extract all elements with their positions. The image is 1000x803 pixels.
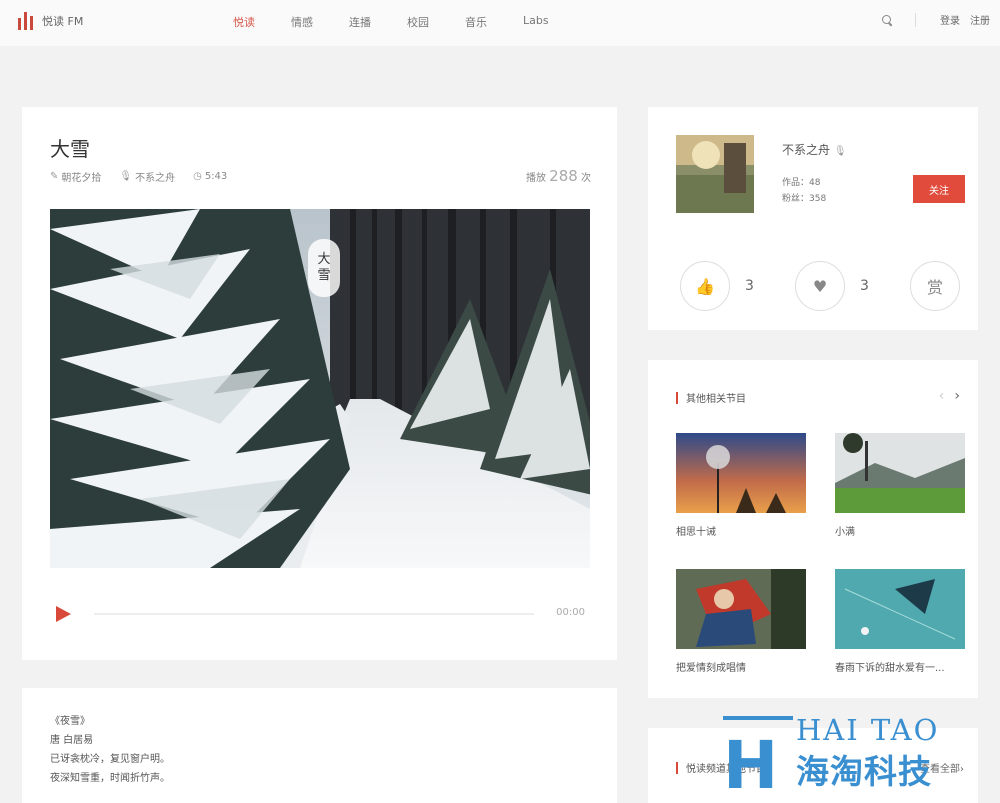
author-fans: 粉丝：358 <box>782 194 827 204</box>
search-icon[interactable] <box>881 14 893 26</box>
related-item[interactable]: 把爱情刻成唱情 <box>676 569 806 674</box>
cover-title-seal: 大 雪 <box>308 239 340 297</box>
reward-action: 赏 <box>910 261 960 311</box>
play-count-prefix: 播放 <box>525 173 546 184</box>
author-card: 不系之舟 🎙 作品：48 粉丝：358 关注 👍 3 ♥ 3 赏 <box>648 107 978 330</box>
watermark-english: HAI TAO <box>796 713 940 747</box>
header-actions: 登录 注册 <box>881 12 990 27</box>
main-nav: 悦读 情感 连播 校园 音乐 Labs <box>233 14 585 30</box>
logo-bars-icon <box>18 12 33 30</box>
section-accent-bar <box>676 761 678 774</box>
like-button[interactable]: 👍 <box>680 261 730 311</box>
top-header: 悦读 FM 悦读 情感 连播 校园 音乐 Labs 登录 注册 <box>0 0 1000 46</box>
watermark-chinese: 海淘科技 <box>796 752 932 791</box>
microphone-icon: 🎙 <box>833 146 847 157</box>
nav-item-qinggan[interactable]: 情感 <box>291 14 313 30</box>
reward-button[interactable]: 赏 <box>910 261 960 311</box>
clock-icon: ◷ <box>193 171 202 182</box>
nav-item-labs[interactable]: Labs <box>523 14 549 30</box>
play-count-value: 288 <box>549 167 578 185</box>
poem-author: 唐 白居易 <box>50 735 94 746</box>
pencil-icon: ✎ <box>50 171 59 182</box>
watermark-letter: H <box>723 727 779 803</box>
poem-text: 《夜雪》 唐 白居易 已讶衾枕冷，复见窗户明。 夜深知雪重，时闻折竹声。 <box>50 712 170 788</box>
like-action: 👍 3 <box>680 261 754 311</box>
login-link[interactable]: 登录 <box>940 12 960 27</box>
reward-label: 赏 <box>926 278 943 297</box>
thumbs-up-icon: 👍 <box>695 276 715 296</box>
related-item[interactable]: 小满 <box>835 433 965 538</box>
track-editor[interactable]: ✎ 朝花夕拾 <box>50 169 101 184</box>
favorite-button[interactable]: ♥ <box>795 261 845 311</box>
header-divider <box>915 12 916 27</box>
poem-title: 《夜雪》 <box>50 716 90 727</box>
track-anchor[interactable]: 🎙 不系之舟 <box>119 169 175 184</box>
nav-item-xiaoyuan[interactable]: 校园 <box>407 14 429 30</box>
play-count-suffix: 次 <box>581 173 591 184</box>
play-count: 播放 288 次 <box>526 167 591 185</box>
track-cover-image: 大 雪 <box>50 209 590 568</box>
poem-line: 已讶衾枕冷，复见窗户明。 <box>50 754 170 765</box>
related-header: 其他相关节目 <box>676 390 746 405</box>
favorite-action: ♥ 3 <box>795 261 869 311</box>
related-thumbnail <box>676 433 806 513</box>
author-avatar[interactable] <box>676 135 754 213</box>
related-item[interactable]: 春雨下诉的甜水爱有一... <box>835 569 965 674</box>
related-item-title: 相思十诫 <box>676 527 716 538</box>
related-item-title: 把爱情刻成唱情 <box>676 663 746 674</box>
section-accent-bar <box>676 391 678 404</box>
player-time: 00:00 <box>556 607 585 618</box>
related-thumbnail <box>835 433 965 513</box>
favorite-count: 3 <box>860 278 869 294</box>
chevron-left-icon[interactable]: ‹ <box>939 388 945 404</box>
author-name-text: 不系之舟 <box>782 143 831 157</box>
track-duration-value: 5:43 <box>204 171 228 182</box>
related-item[interactable]: 相思十诫 <box>676 433 806 538</box>
nav-item-yinyue[interactable]: 音乐 <box>465 14 487 30</box>
follow-button[interactable]: 关注 <box>913 175 965 203</box>
track-anchor-name: 不系之舟 <box>135 173 176 184</box>
cover-title-char-1: 大 <box>317 252 331 267</box>
watermark-line <box>723 716 793 720</box>
track-duration: ◷ 5:43 <box>193 169 227 184</box>
related-programs-card: 其他相关节目 ‹ › 相思十诫 小满 把爱情刻成唱情 春雨下诉的甜水爱有一... <box>648 360 978 698</box>
cover-title-char-2: 雪 <box>317 268 331 283</box>
progress-bar[interactable] <box>94 613 534 615</box>
author-works: 作品：48 <box>782 178 821 188</box>
related-item-title: 小满 <box>835 527 855 538</box>
related-item-title: 春雨下诉的甜水爱有一... <box>835 663 945 674</box>
chevron-right-icon[interactable]: › <box>954 388 960 404</box>
author-name[interactable]: 不系之舟 🎙 <box>782 141 847 158</box>
track-title: 大雪 <box>50 137 90 161</box>
related-thumbnail <box>676 569 806 649</box>
track-card: 大雪 ✎ 朝花夕拾 🎙 不系之舟 ◷ 5:43 播放 288 次 大 雪 00:… <box>22 107 617 660</box>
nav-item-lianbo[interactable]: 连播 <box>349 14 371 30</box>
site-logo[interactable]: 悦读 FM <box>18 12 83 30</box>
microphone-icon: 🎙 <box>119 171 133 182</box>
related-pager: ‹ › <box>939 388 960 404</box>
lyrics-card: 《夜雪》 唐 白居易 已讶衾枕冷，复见窗户明。 夜深知雪重，时闻折竹声。 <box>22 688 617 803</box>
heart-icon: ♥ <box>812 276 828 296</box>
related-title: 其他相关节目 <box>686 394 746 405</box>
logo-text: 悦读 FM <box>42 15 84 28</box>
like-count: 3 <box>745 278 754 294</box>
track-meta: ✎ 朝花夕拾 🎙 不系之舟 ◷ 5:43 <box>50 169 245 184</box>
brand-watermark: H HAI TAO 海淘科技 <box>718 712 958 800</box>
track-editor-name: 朝花夕拾 <box>61 173 102 184</box>
audio-player: 00:00 <box>50 599 590 629</box>
register-link[interactable]: 注册 <box>970 12 990 27</box>
play-icon[interactable] <box>56 606 71 622</box>
poem-line: 夜深知雪重，时闻折竹声。 <box>50 773 170 784</box>
nav-item-yuedu[interactable]: 悦读 <box>233 14 255 30</box>
related-thumbnail <box>835 569 965 649</box>
